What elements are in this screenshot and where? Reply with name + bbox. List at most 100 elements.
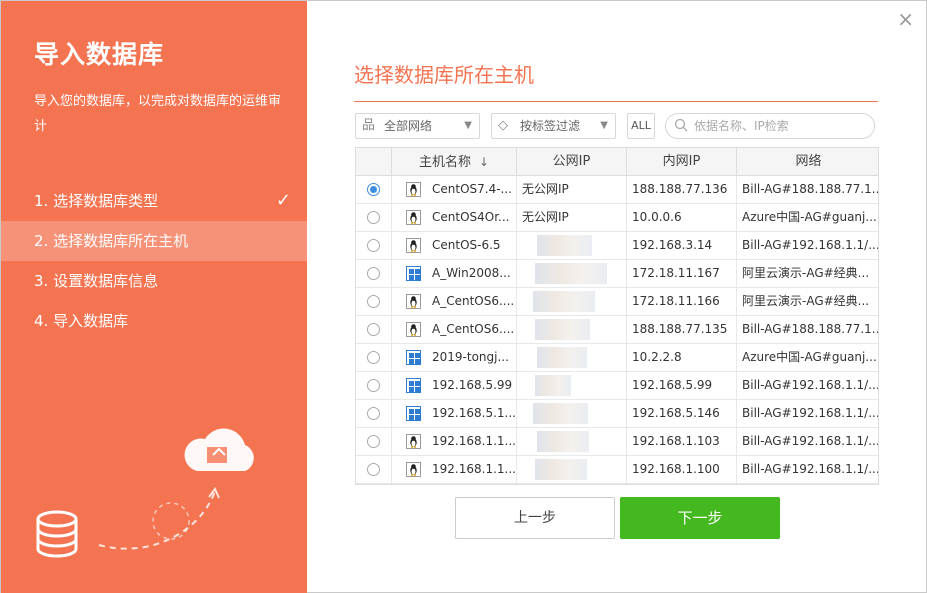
table-row[interactable]: CentOS7.4-... 无公网IP 188.188.77.136 Bill-AG#…: [356, 176, 879, 204]
network-cell: Azure中国-AG#guanj...: [737, 344, 878, 372]
public-ip-cell: 无公网IP: [517, 176, 627, 204]
linux-icon: [406, 210, 421, 225]
all-button[interactable]: ALL: [627, 113, 655, 139]
windows-logo-pane: [409, 275, 414, 280]
network-cell: Bill-AG#188.188.77.1...: [737, 176, 879, 204]
network-filter-dropdown[interactable]: 品 全部网络 ▼: [355, 113, 480, 139]
host-radio[interactable]: [367, 323, 380, 336]
step-label: 2. 选择数据库所在主机: [34, 232, 189, 250]
public-ip-text: 无公网IP: [522, 182, 569, 196]
step-label: 3. 设置数据库信息: [34, 272, 159, 290]
public-ip-cell: [517, 344, 627, 372]
public-ip-text: 无公网IP: [522, 210, 569, 224]
table-row[interactable]: A_Win2008... 172.18.11.167 阿里云演示-AG#经典...: [356, 260, 878, 288]
windows-logo-pane: [415, 387, 420, 392]
host-radio[interactable]: [367, 183, 380, 196]
private-ip-text: 188.188.77.136: [632, 182, 728, 196]
next-button[interactable]: 下一步: [620, 497, 780, 539]
private-ip-cell: 172.18.11.166: [627, 288, 737, 316]
public-ip-text: [517, 294, 522, 308]
public-ip-text: [517, 350, 522, 364]
hostname-cell: CentOS-6.5: [392, 232, 517, 260]
table-row[interactable]: A_CentOS6.... 188.188.77.135 Bill-AG#188.1…: [356, 316, 878, 344]
host-radio[interactable]: [367, 211, 380, 224]
public-ip-cell: [517, 372, 627, 400]
network-cell: Bill-AG#192.168.1.1/...: [737, 456, 878, 484]
step-import: 4. 导入数据库: [1, 301, 307, 341]
host-radio[interactable]: [367, 351, 380, 364]
hostname-cell: 192.168.5.99: [392, 372, 517, 400]
private-ip-text: 188.188.77.135: [632, 322, 728, 336]
private-ip-text: 10.2.2.8: [632, 350, 682, 364]
table-row[interactable]: 192.168.1.1... 192.168.1.100 Bill-AG#192.1…: [356, 456, 878, 484]
windows-icon: [406, 378, 421, 393]
table-row[interactable]: 192.168.5.1... 192.168.5.146 Bill-AG#192.1…: [356, 400, 878, 428]
windows-logo-pane: [415, 359, 420, 364]
network-icon: 品: [362, 118, 376, 133]
search-box: [665, 113, 875, 139]
select-cell: [356, 456, 392, 484]
close-icon[interactable]: ×: [897, 9, 914, 29]
table-row[interactable]: CentOS4Or... 无公网IP 10.0.0.6 Azure中国-AG#guan…: [356, 204, 878, 232]
table-row[interactable]: CentOS-6.5 192.168.3.14 Bill-AG#192.168.1.…: [356, 232, 878, 260]
sidebar-description: 导入您的数据库，以完成对数据库的运维审计: [34, 94, 282, 134]
private-ip-cell: 188.188.77.135: [627, 316, 737, 344]
network-text: 阿里云演示-AG#经典...: [742, 294, 870, 308]
windows-logo-pane: [415, 353, 420, 358]
host-radio[interactable]: [367, 463, 380, 476]
network-cell: Bill-AG#192.168.1.1/...: [737, 400, 878, 428]
hostname-text: 192.168.1.1...: [432, 462, 516, 476]
hostname-text: A_CentOS6....: [432, 322, 515, 336]
table-row[interactable]: A_CentOS6.... 172.18.11.166 阿里云演示-AG#经典...: [356, 288, 878, 316]
linux-penguin-glyph: [410, 184, 417, 196]
host-radio[interactable]: [367, 435, 380, 448]
column-header-hostname[interactable]: 主机名称 ↓: [392, 148, 517, 176]
tag-filter-dropdown[interactable]: ◇ 按标签过滤 ▼: [491, 113, 616, 139]
network-text: Bill-AG#188.188.77.1...: [742, 182, 879, 196]
search-icon: [674, 118, 688, 132]
tag-icon: ◇: [498, 118, 508, 133]
redacted-value: [533, 403, 588, 424]
windows-logo-pane: [409, 409, 414, 414]
public-ip-text: [517, 378, 522, 392]
hostname-cell: CentOS4Or...: [392, 204, 517, 232]
public-ip-text: [517, 434, 522, 448]
hostname-text: 2019-tongj...: [432, 350, 509, 364]
public-ip-cell: [517, 456, 627, 484]
windows-logo-pane: [415, 269, 420, 274]
network-cell: 阿里云演示-AG#经典...: [737, 288, 878, 316]
windows-logo-pane: [409, 381, 414, 386]
select-cell: [356, 316, 392, 344]
import-database-dialog: 导入数据库 导入您的数据库，以完成对数据库的运维审计 1. 选择数据库类型 ✓ …: [0, 0, 927, 593]
host-radio[interactable]: [367, 295, 380, 308]
prev-button[interactable]: 上一步: [455, 497, 615, 539]
private-ip-text: 172.18.11.166: [632, 294, 720, 308]
search-input[interactable]: [694, 116, 869, 136]
column-header-private-ip: 内网IP: [627, 148, 737, 176]
sidebar-title: 导入数据库: [34, 40, 165, 69]
windows-icon: [406, 406, 421, 421]
table-row[interactable]: 192.168.1.1... 192.168.1.103 Bill-AG#192.1…: [356, 428, 879, 456]
private-ip-cell: 10.0.0.6: [627, 204, 737, 232]
column-label: 主机名称: [418, 155, 471, 170]
select-cell: [356, 176, 392, 204]
page-title: 选择数据库所在主机: [354, 63, 534, 87]
linux-penguin-glyph: [410, 212, 417, 224]
table-row[interactable]: 192.168.5.99 192.168.5.99 Bill-AG#192.168.…: [356, 372, 878, 400]
host-radio[interactable]: [367, 239, 380, 252]
public-ip-cell: [517, 260, 627, 288]
host-radio[interactable]: [367, 379, 380, 392]
hostname-cell: A_CentOS6....: [392, 316, 517, 344]
sort-arrow-icon: ↓: [478, 155, 490, 169]
tag-filter-value: 按标签过滤: [520, 119, 581, 133]
public-ip-cell: [517, 316, 627, 344]
host-table: 主机名称 ↓ 公网IP 内网IP 网络 CentOS7.4-... 无公网IP 188…: [355, 147, 879, 485]
private-ip-text: 192.168.5.146: [632, 406, 720, 420]
network-text: Bill-AG#192.168.1.1/...: [742, 434, 879, 448]
public-ip-cell: [517, 232, 627, 260]
hostname-text: 192.168.5.1...: [432, 406, 516, 420]
table-row[interactable]: 2019-tongj... 10.2.2.8 Azure中国-AG#guanj...: [356, 344, 878, 372]
host-radio[interactable]: [367, 267, 380, 280]
host-radio[interactable]: [367, 407, 380, 420]
chevron-down-icon: ▼: [600, 120, 608, 131]
